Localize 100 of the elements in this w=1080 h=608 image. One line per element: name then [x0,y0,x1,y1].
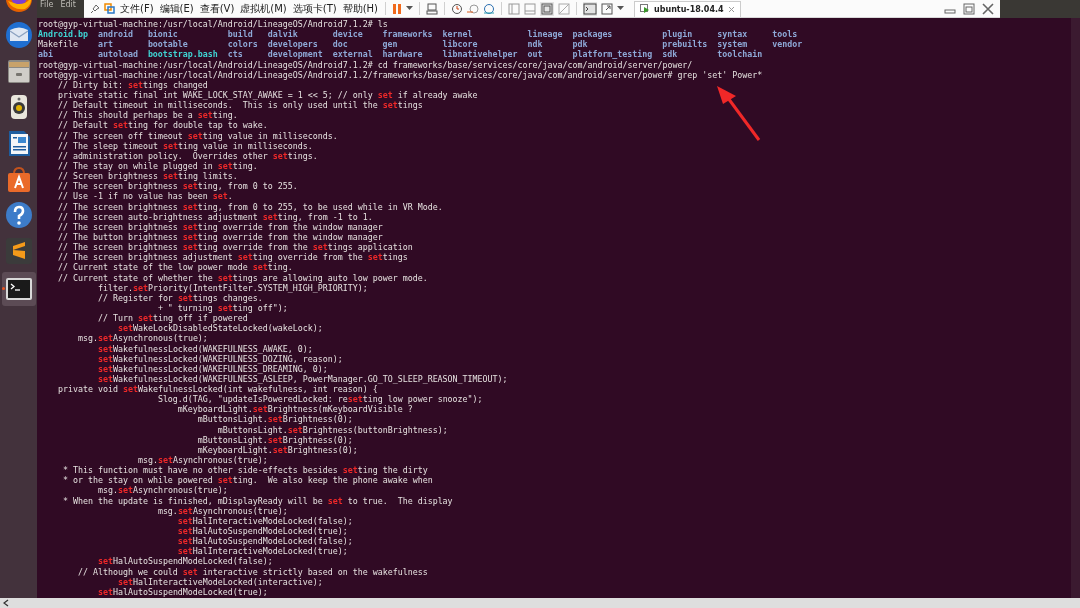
file-name: bionic [147,29,178,40]
pause-icon[interactable] [392,2,403,15]
file-name: syntax [717,29,748,40]
annotation-arrow [717,86,761,141]
terminal-line: // Turn setting off if powered [96,313,249,324]
scrollbar[interactable] [0,598,1080,608]
dock-item[interactable] [1,272,36,306]
terminal-line: // The screen off timeout setting value in milliseconds. [56,130,339,141]
file-name: doc [332,39,348,50]
menu-item[interactable]: File [40,0,54,9]
tab[interactable]: ubuntu-18.04.4 [634,0,741,17]
terminal-line: setHalInteractiveModeLocked(false); [177,515,354,527]
computer-icon[interactable] [426,2,439,15]
close-icon[interactable] [982,2,994,15]
file-name: art [97,39,113,50]
terminal-line: mButtonsLight.setBrightness(0); [197,414,353,425]
pin-icon[interactable] [90,3,100,14]
terminal-line: * This function must have no other side-effects besides setting the dirty [61,465,429,476]
terminal-line: // The screen brightness setting, from 0 to 255. [56,181,299,192]
terminal-line: setWakefulnessLocked(WAKEFULNESS_DOZING, reason); [96,353,344,364]
terminal-line: * When the update is finished, mDisplayReady will be set to true. The display [61,495,454,506]
terminal-line: msg.setAsynchronous(true); [156,505,289,516]
terminal-icon [4,277,33,301]
terminal-line: // Register for settings changes. [96,292,263,303]
terminal-line: + " turning setting off"); [156,302,289,314]
console-icon[interactable] [583,1,598,16]
menu-item[interactable]: 查看(V) [198,1,236,16]
terminal-line: // The button brightness setting override from the window manager [56,231,384,243]
menu-item[interactable]: 虚拟机(M) [239,1,288,16]
restore-icon[interactable] [963,2,975,15]
file-name: kernel [442,29,473,40]
file-name: packages [572,29,613,40]
file-name: device [332,29,363,40]
terminal-line: // Although we could set interactive strictly based on the wakefulness [76,566,429,577]
terminal-line: // The sleep timeout setting value in milliseconds. [56,140,314,151]
terminal-line: setWakefulnessLocked(WAKEFULNESS_AWAKE, 0); [96,343,314,354]
caret-icon[interactable] [406,6,414,11]
terminal-line: // The screen brightness setting override from the window manager [56,221,384,232]
terminal-line: setWakefulnessLocked(WAKEFULNESS_ASLEEP, PowerManager.GO_TO_SLEEP_REASON_TIMEOUT); [96,373,509,385]
file-name: system [717,39,748,50]
menu-item[interactable]: 帮助(H) [341,1,380,16]
terminal-line: mKeyboardLight.setBrightness(0); [196,444,359,456]
scrollbar[interactable] [1071,18,1080,598]
caret-icon[interactable] [617,6,625,11]
file-name: out [527,49,543,60]
terminal-line: * or the stay on while powered setting. We also keep the phone awake when [61,475,434,486]
menu-item[interactable]: 编辑(E) [158,1,195,16]
terminal-line: // Current state of the low power mode setting. [56,262,294,273]
terminal-line: setHalInteractiveModeLocked(interactive); [117,576,324,587]
terminal-line: setHalAutoSuspendModeLocked(true); [176,526,349,537]
terminal-line: setWakefulnessLocked(WAKEFULNESS_DREAMING, 0); [96,363,329,374]
menu-item[interactable]: 选项卡(T) [291,1,338,16]
terminal-line: private void setWakefulnessLocked(int wakefulness, int reason) { [56,384,379,395]
terminal-line: msg.setAsynchronous(true); [96,485,229,496]
file-name: vendor [772,39,803,50]
terminal-line: // Current state of whether the settings are allowing auto low power mode. [56,272,429,283]
running-dot [1,287,5,290]
terminal-line: mKeyboardLight.setBrightness(mKeyboardVisible ? [176,404,414,415]
terminal-line: // Default setting for double tap to wake. [56,120,269,131]
file-name: libnativehelper [442,49,518,60]
terminal-line: private static final int WAKE_LOCK_STAY_AWAKE = 1 << 5; // only set if already awake [56,90,479,101]
file-name: Android.bp [38,29,88,40]
fit-icon[interactable] [540,1,555,16]
terminal-line: setHalAutoSuspendModeLocked(false); [176,536,354,547]
terminal-line: root@gyp-virtual-machine:/usr/local/Android/LineageOS/Android7.1.2/frameworks/base/services/core/java/com/android/server/power# grep 'set' Power* [38,69,764,80]
terminal-line: setHalAutoSuspendModeLocked(false); [96,556,274,567]
terminal-line: // Screen brightness setting limits. [56,171,239,182]
terminal-line: // Default timeout in milliseconds. This is only used until the settings [56,100,424,111]
file-name: toolchain [717,49,763,60]
file-name: android [97,29,133,40]
file-name: dalvik [267,29,298,40]
terminal-line: // Dirty bit: settings changed [57,79,208,90]
menu-item[interactable]: Edit [60,0,76,9]
terminal-line: // The screen brightness adjustment setting override from the settings [56,252,409,263]
terminal-line: // The screen brightness setting override from the settings application [56,242,414,253]
file-name: autoload [97,49,138,60]
close-icon[interactable] [727,5,735,13]
file-name: external [332,49,373,60]
terminal-line: setWakeLockDisabledStateLocked(wakeLock); [116,323,324,334]
file-name: build [227,29,253,40]
file-name: gen [382,39,398,50]
expand-icon[interactable] [601,2,614,15]
file-name: sdk [662,49,678,60]
menu-item[interactable]: 文件(F) [119,1,155,16]
stripes-icon [4,237,33,265]
terminal-line: mButtonsLight.setBrightness(0); [196,434,353,445]
file-name: tools [772,29,798,40]
window-stack-icon[interactable] [104,3,115,14]
terminal-line: // The stay on while plugged in setting. [56,160,259,172]
terminal-line: // administration policy. Overrides other settings. [56,150,319,161]
file-name: lineage [527,29,563,40]
terminal-line: // The screen brightness setting, from 0 to 255, to be used while in VR Mode. [56,201,444,212]
file-name: prebuilts [662,39,708,50]
help-icon [4,201,33,229]
file-name: cts [227,49,243,60]
terminal-line: filter.setPriority(IntentFilter.SYSTEM_HIGH_PRIORITY); [96,282,369,293]
terminal-line: mButtonsLight.setBrightness(buttonBrightness); [216,424,449,435]
file-name: abi [38,49,53,60]
file-name: libcore [442,39,478,50]
terminal-line: root@gyp-virtual-machine:/usr/local/Android/LineageOS/Android7.1.2# ls [38,19,389,30]
